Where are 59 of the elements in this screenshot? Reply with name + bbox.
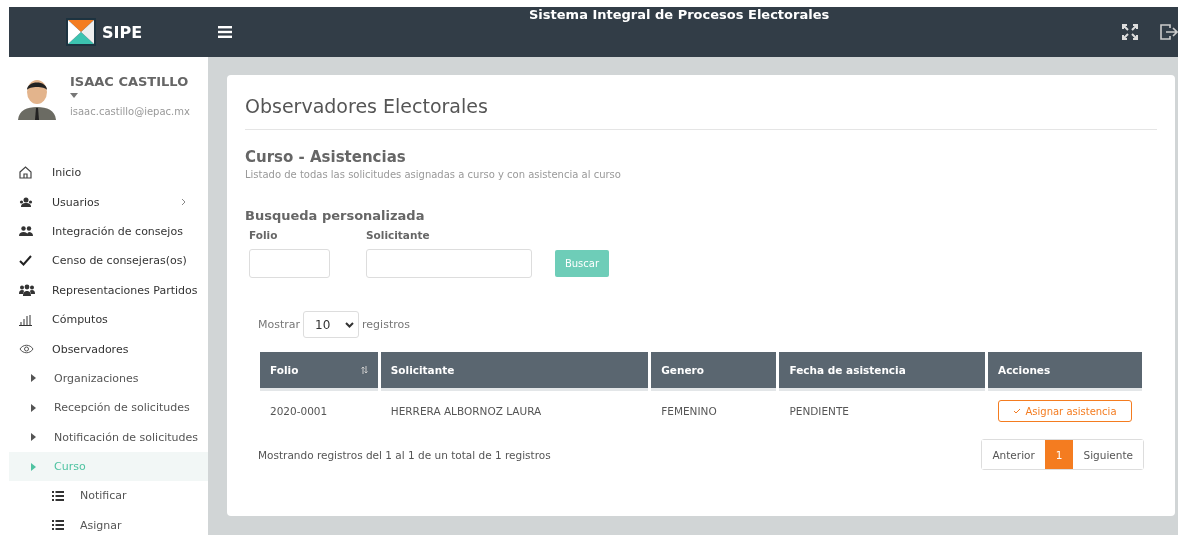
people-icon — [19, 226, 33, 237]
app-title: Sistema Integral de Procesos Electorales — [529, 8, 830, 22]
section-title: Curso - Asistencias — [245, 148, 407, 166]
column-header[interactable]: Genero — [651, 352, 777, 391]
caret-right-icon — [31, 374, 36, 383]
sidebar-subitem[interactable]: Recepción de solicitudes — [0, 393, 208, 423]
user-email: isaac.castillo@iepac.mx — [70, 106, 190, 117]
length-label: registros — [362, 318, 410, 331]
chevron-down-icon — [345, 321, 355, 328]
sidebar-item[interactable]: Representaciones Partidos — [0, 275, 208, 305]
sidebar-subitem[interactable]: Organizaciones — [0, 363, 208, 394]
column-header[interactable]: Fecha de asistencia — [779, 352, 985, 391]
list-icon — [52, 491, 64, 501]
sidebar-item[interactable]: Inicio — [0, 158, 208, 188]
page-size-select[interactable]: 10 — [303, 311, 360, 338]
eye-icon — [19, 344, 34, 355]
input-field[interactable] — [249, 249, 330, 278]
sidebar-subitem[interactable]: Notificación de solicitudes — [0, 422, 208, 452]
table-cell-text: HERRERA ALBORNOZ LAURA — [389, 404, 543, 419]
check-icon — [1013, 408, 1022, 414]
caret-right-icon — [31, 462, 36, 471]
sort-icon — [360, 366, 368, 374]
group-icon — [19, 284, 35, 297]
length-label: Mostrar — [258, 318, 301, 331]
sidebar-subitem[interactable]: Notificar — [0, 481, 208, 511]
sidebar-item[interactable]: Observadores — [0, 334, 208, 364]
sidebar-item[interactable]: Integración de consejos — [0, 216, 208, 247]
table-info: Mostrando registros del 1 al 1 de un total de 1 registros — [258, 448, 551, 461]
logo-text: SIPE — [102, 22, 143, 42]
bar-chart-icon — [19, 313, 32, 326]
sidebar-subitem[interactable]: Asignar — [0, 510, 208, 535]
page-title: Observadores Electorales — [245, 75, 1157, 130]
caret-right-icon — [31, 403, 36, 412]
users-icon — [19, 197, 33, 208]
field-label: Folio — [249, 229, 279, 241]
sidebar-item[interactable]: Usuarios — [0, 187, 208, 217]
table-cell-text: 2020-0001 — [269, 404, 329, 419]
check-icon — [19, 255, 32, 267]
sidebar-item[interactable]: Cómputos — [0, 304, 208, 335]
home-icon — [19, 166, 32, 180]
column-header[interactable]: Folio — [260, 352, 378, 391]
field-label: Solicitante — [366, 229, 431, 241]
logout-icon[interactable] — [1160, 24, 1178, 40]
table-cell-text: PENDIENTE — [788, 404, 850, 419]
input-field[interactable] — [366, 249, 532, 278]
column-header[interactable]: Acciones — [988, 352, 1142, 391]
menu-icon[interactable] — [218, 26, 232, 38]
column-header[interactable]: Solicitante — [380, 352, 649, 391]
logo-icon — [66, 18, 96, 46]
sidebar-item[interactable]: Censo de consejeras(os) — [0, 246, 208, 276]
search-title: Busqueda personalizada — [245, 208, 426, 223]
caret-right-icon — [31, 433, 36, 442]
user-name[interactable]: ISAAC CASTILLO — [70, 74, 189, 89]
chevron-right-icon — [181, 198, 186, 207]
caret-down-icon[interactable] — [70, 93, 78, 98]
table-cell-text: FEMENINO — [660, 404, 718, 419]
section-subtitle: Listado de todas las solicitudes asignadas a curso y con asistencia al curso — [245, 169, 622, 180]
list-icon — [52, 520, 64, 531]
fullscreen-icon[interactable] — [1122, 24, 1138, 40]
